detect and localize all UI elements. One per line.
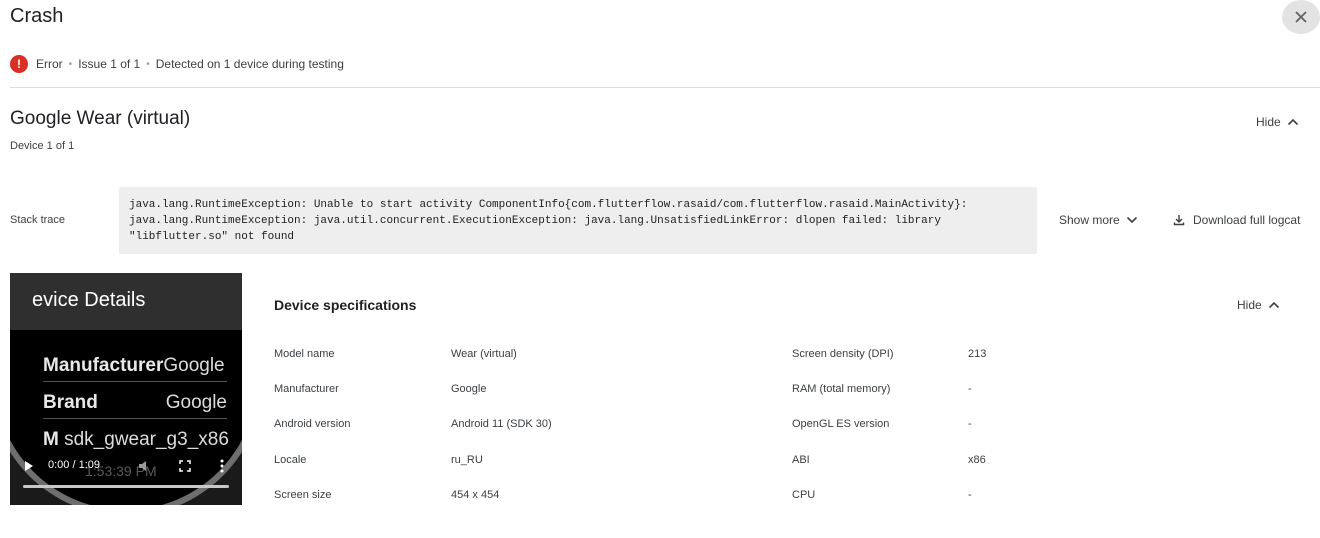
page-title: Crash [10, 5, 64, 27]
stack-trace-line: "libflutter.so" not found [129, 231, 295, 243]
hide-device-button[interactable]: Hide [1256, 115, 1299, 129]
download-icon [1173, 215, 1185, 226]
spec-label: Locale [274, 454, 307, 466]
stack-trace-label: Stack trace [10, 214, 66, 226]
separator-dot: • [146, 58, 150, 70]
spec-label: Model name [274, 348, 335, 360]
play-icon[interactable] [24, 460, 34, 472]
divider [10, 87, 1320, 88]
watch-row-label: Manufacturer [43, 355, 164, 376]
watch-row-value: Google [163, 355, 225, 376]
watch-screen-title: evice Details [32, 289, 146, 311]
stack-trace-box: java.lang.RuntimeException: Unable to st… [119, 187, 1037, 254]
spec-value: ru_RU [451, 454, 483, 466]
watch-row-value: sdk_gwear_g3_x86 [64, 429, 229, 450]
spec-label: Screen density (DPI) [792, 348, 894, 360]
stack-trace-line: java.lang.RuntimeException: java.util.co… [129, 215, 941, 227]
spec-value: Android 11 (SDK 30) [451, 418, 552, 430]
spec-label: RAM (total memory) [792, 383, 891, 395]
device-title: Google Wear (virtual) [10, 108, 191, 129]
show-more-button[interactable]: Show more [1059, 213, 1138, 227]
watch-row: M sdk_gwear_g3_x86 [43, 429, 229, 451]
watch-divider [43, 381, 227, 382]
test-video-player[interactable]: evice Details ManufacturerGoogle Brand Go… [10, 273, 242, 505]
device-specifications-title: Device specifications [274, 297, 417, 313]
more-vert-icon[interactable] [220, 459, 224, 473]
spec-value: Google [451, 383, 487, 395]
close-icon [1295, 11, 1307, 23]
watch-row-label: M [43, 429, 59, 450]
video-time: 0:00 / 1:09 [48, 459, 100, 471]
spec-label: CPU [792, 489, 816, 501]
hide-label: Hide [1237, 298, 1262, 312]
download-label: Download full logcat [1193, 213, 1301, 227]
spec-value: - [968, 383, 972, 395]
issue-summary: ! Error • Issue 1 of 1 • Detected on 1 d… [10, 55, 344, 73]
watch-row: Brand Google [43, 392, 227, 414]
issue-count: Issue 1 of 1 [78, 57, 141, 71]
stack-trace-line: java.lang.RuntimeException: Unable to st… [129, 199, 968, 211]
volume-icon[interactable] [138, 460, 152, 472]
download-logcat-button[interactable]: Download full logcat [1173, 213, 1300, 227]
spec-label: Screen size [274, 489, 332, 501]
chevron-up-icon [1268, 301, 1279, 309]
separator-dot: • [68, 58, 73, 70]
hide-label: Hide [1256, 115, 1281, 129]
error-icon: ! [10, 55, 28, 73]
detected-text: Detected on 1 device during testing [155, 57, 344, 71]
fullscreen-icon[interactable] [179, 460, 191, 472]
chevron-down-icon [1126, 216, 1137, 224]
device-subtitle: Device 1 of 1 [10, 140, 75, 152]
spec-value: - [968, 489, 972, 501]
close-button[interactable] [1282, 0, 1320, 34]
show-more-label: Show more [1059, 213, 1120, 227]
watch-divider [43, 418, 227, 419]
video-progress-bar[interactable] [23, 485, 229, 488]
spec-value: 213 [968, 348, 987, 360]
spec-label: Android version [274, 418, 351, 430]
watch-row-value: Google [165, 392, 227, 413]
spec-label: Manufacturer [274, 383, 339, 395]
spec-value: x86 [968, 454, 986, 466]
video-controls: 1:53:39 PM 0:00 / 1:09 [10, 456, 242, 505]
spec-label: ABI [792, 454, 810, 466]
watch-row: ManufacturerGoogle [43, 355, 227, 377]
spec-value: 454 x 454 [451, 489, 500, 501]
spec-label: OpenGL ES version [792, 418, 890, 430]
chevron-up-icon [1287, 118, 1298, 126]
severity-label: Error [36, 57, 63, 71]
spec-value: - [968, 418, 972, 430]
watch-row-label: Brand [43, 392, 98, 413]
spec-value: Wear (virtual) [451, 348, 517, 360]
hide-specs-button[interactable]: Hide [1237, 298, 1280, 312]
